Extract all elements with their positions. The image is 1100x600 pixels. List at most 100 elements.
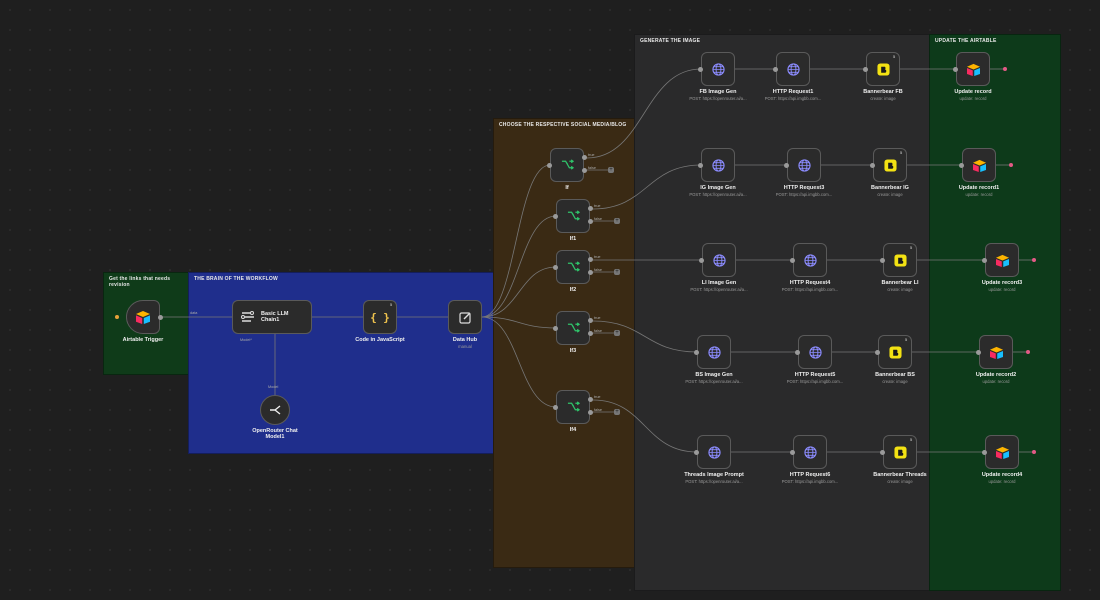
llm-chain-node[interactable]: Basic LLM Chain1 [232, 300, 312, 334]
airtable-icon [995, 254, 1010, 267]
http-request-node-1[interactable] [787, 148, 821, 182]
trigger-input-dot [115, 315, 119, 319]
openrouter-node[interactable] [260, 395, 290, 425]
input-port [699, 257, 704, 263]
output-end-dot-3 [1026, 350, 1030, 354]
airtable-trigger-node[interactable] [126, 300, 160, 334]
update-record-node-1-label: Update record1 [958, 185, 1000, 191]
edge-datahub-if-4 [481, 316, 557, 408]
output-end-dot-4 [1032, 450, 1036, 454]
bannerbear-icon [883, 158, 897, 172]
edit-pen-icon [458, 311, 472, 324]
input-port [875, 349, 880, 355]
bannerbear-icon [876, 62, 890, 76]
input-port [553, 213, 558, 219]
update-record-node-4-label: Update record4 [981, 472, 1023, 478]
add-node-plus-2[interactable]: + [614, 269, 620, 275]
edge-datahub-if-3 [481, 316, 557, 329]
update-record-node-1-sub: update: record [965, 192, 993, 197]
add-node-plus-0[interactable]: + [608, 167, 614, 173]
if-false-port-0 [582, 168, 587, 173]
if-node-0[interactable] [550, 148, 584, 182]
input-port [694, 449, 699, 455]
branch-false-1: false [594, 217, 603, 221]
data-hub-sub: manual [458, 344, 472, 349]
add-node-plus-4[interactable]: + [614, 409, 620, 415]
input-port [870, 162, 875, 168]
update-record-node-0[interactable] [956, 52, 990, 86]
input-port [790, 257, 795, 263]
input-port [547, 162, 552, 168]
input-port [880, 449, 885, 455]
image-gen-node-3[interactable] [697, 335, 731, 369]
update-record-node-4[interactable] [985, 435, 1019, 469]
if-branch-icon [567, 210, 580, 222]
globe-icon [712, 253, 726, 267]
input-port [976, 349, 981, 355]
edge-if-gen-0 [586, 68, 702, 159]
if-branch-icon [567, 322, 580, 334]
if-true-port-2 [588, 257, 593, 262]
http-request-node-0[interactable] [776, 52, 810, 86]
if-true-port-4 [588, 397, 593, 402]
if-false-port-3 [588, 331, 593, 336]
input-port [553, 264, 558, 270]
image-gen-node-2[interactable] [702, 243, 736, 277]
data-hub-node[interactable] [448, 300, 482, 334]
update-record-node-2[interactable] [985, 243, 1019, 277]
add-node-plus-1[interactable]: + [614, 218, 620, 224]
input-port [553, 325, 558, 331]
data-hub-label: Data Hub [452, 337, 478, 343]
image-gen-node-4[interactable] [697, 435, 731, 469]
airtable-icon [966, 63, 981, 76]
airtable-icon [972, 159, 987, 172]
bannerbear-badge-4: 5 [910, 437, 913, 442]
input-port [698, 66, 703, 72]
if-node-2-label: If2 [569, 287, 577, 293]
input-port [694, 349, 699, 355]
globe-icon [707, 345, 721, 359]
branch-true-2: true [594, 255, 601, 259]
globe-icon [803, 253, 817, 267]
llm-chain-label: Basic LLM Chain1 [261, 311, 289, 323]
http-request-node-3[interactable] [798, 335, 832, 369]
input-port [953, 66, 958, 72]
globe-icon [711, 158, 725, 172]
input-port [773, 66, 778, 72]
update-record-node-3[interactable] [979, 335, 1013, 369]
if-node-4[interactable] [556, 390, 590, 424]
if-node-2[interactable] [556, 250, 590, 284]
update-record-node-2-sub: update: record [988, 287, 1016, 292]
globe-icon [711, 62, 725, 76]
bannerbear-badge-1: 5 [900, 150, 903, 155]
if-node-1[interactable] [556, 199, 590, 233]
if-true-port-3 [588, 318, 593, 323]
branch-false-2: false [594, 268, 603, 272]
input-port [863, 66, 868, 72]
if-node-3[interactable] [556, 311, 590, 345]
branch-true-0: true [588, 153, 595, 157]
if-node-3-label: If3 [569, 348, 577, 354]
http-request-node-4[interactable] [793, 435, 827, 469]
update-record-node-3-sub: update: record [982, 379, 1010, 384]
add-node-plus-3[interactable]: + [614, 330, 620, 336]
image-gen-node-0[interactable] [701, 52, 735, 86]
if-node-1-label: If1 [569, 236, 577, 242]
if-false-port-1 [588, 219, 593, 224]
output-end-dot-2 [1032, 258, 1036, 262]
input-port [553, 404, 558, 410]
input-port [698, 162, 703, 168]
image-gen-node-1[interactable] [701, 148, 735, 182]
input-port [784, 162, 789, 168]
airtable-trigger-label: Airtable Trigger [122, 337, 164, 343]
globe-icon [707, 445, 721, 459]
branch-false-4: false [594, 408, 603, 412]
if-false-port-2 [588, 270, 593, 275]
openrouter-icon [269, 405, 281, 415]
if-node-4-label: If4 [569, 427, 577, 433]
trigger-output-port [158, 314, 163, 320]
update-record-node-1[interactable] [962, 148, 996, 182]
output-end-dot-0 [1003, 67, 1007, 71]
http-request-node-2[interactable] [793, 243, 827, 277]
globe-icon [808, 345, 822, 359]
